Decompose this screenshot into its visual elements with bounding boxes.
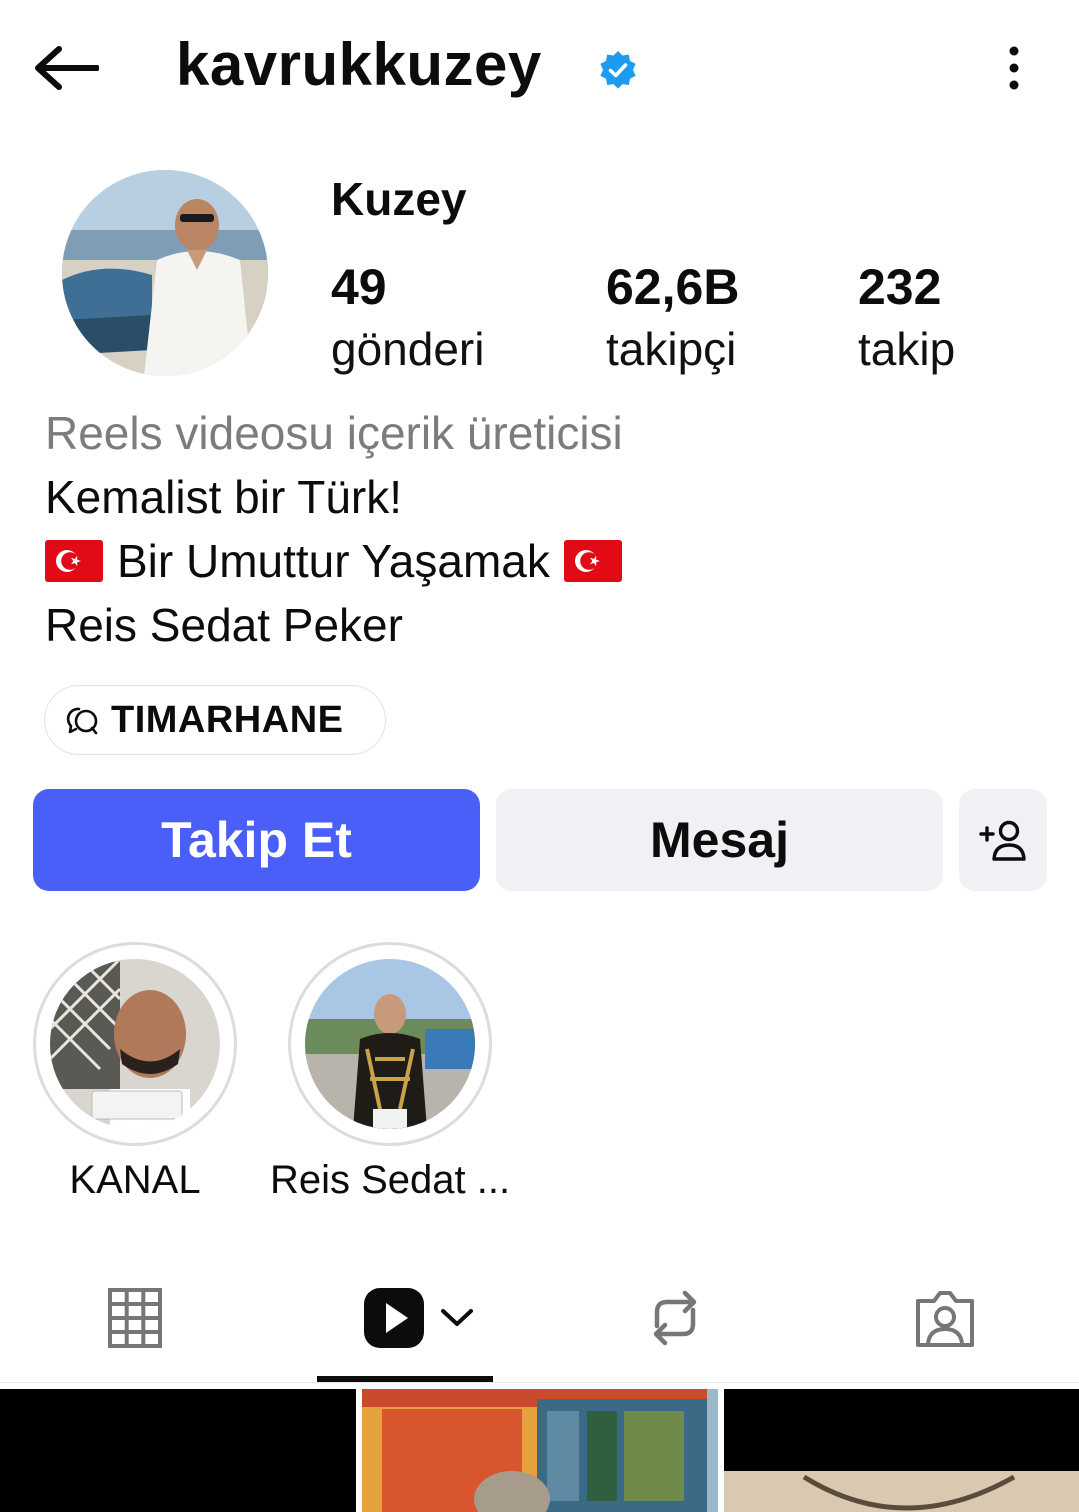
follow-button[interactable]: Takip Et: [33, 789, 480, 891]
tab-reposts[interactable]: [615, 1280, 735, 1356]
highlight-kanal[interactable]: [33, 942, 237, 1146]
post-thumbnail-image: [362, 1389, 718, 1512]
bio-line: Bir Umuttur Yaşamak: [117, 535, 550, 587]
highlight-cover: [305, 959, 475, 1129]
display-name: Kuzey: [331, 173, 467, 225]
post-thumbnail[interactable]: [362, 1389, 718, 1512]
bio-line-with-flags: Bir Umuttur Yaşamak: [45, 534, 622, 588]
tab-tagged[interactable]: [885, 1280, 1005, 1356]
verified-badge-icon: [600, 51, 636, 89]
arrow-left-icon: [35, 46, 99, 90]
post-thumbnail[interactable]: [724, 1389, 1079, 1512]
broadcast-chat-icon: [66, 707, 98, 735]
more-options-button[interactable]: [992, 36, 1036, 100]
channel-label: TIMARHANE: [111, 698, 344, 741]
back-button[interactable]: [28, 36, 104, 100]
followers-count[interactable]: 62,6B: [606, 258, 739, 316]
post-thumbnail[interactable]: [0, 1389, 356, 1512]
posts-label[interactable]: gönderi: [331, 322, 484, 376]
reposts-icon: [653, 1290, 697, 1346]
followers-label[interactable]: takipçi: [606, 322, 736, 376]
tab-reels[interactable]: [344, 1280, 494, 1356]
add-person-icon: [979, 820, 1026, 861]
following-count[interactable]: 232: [858, 258, 941, 316]
following-label[interactable]: takip: [858, 322, 955, 376]
post-thumbnail-image: [724, 1389, 1079, 1512]
grid-icon: [108, 1288, 162, 1348]
chevron-down-icon: [441, 1309, 473, 1326]
more-vertical-icon: [1009, 46, 1019, 90]
avatar-photo: [62, 170, 268, 376]
broadcast-channel-chip[interactable]: TIMARHANE: [44, 685, 386, 755]
bio-line: Reis Sedat Peker: [45, 599, 403, 651]
highlight-cover: [50, 959, 220, 1129]
profile-username: kavrukkuzey: [176, 31, 542, 98]
highlight-label: Reis Sedat ...: [269, 1158, 511, 1202]
profile-avatar[interactable]: [62, 170, 268, 376]
tab-divider: [0, 1382, 1079, 1383]
posts-count[interactable]: 49: [331, 258, 387, 316]
tagged-icon: [916, 1291, 974, 1347]
highlight-label: KANAL: [69, 1158, 201, 1202]
reels-icon: [364, 1288, 424, 1348]
tab-posts-grid[interactable]: [75, 1280, 195, 1356]
bio-line: Kemalist bir Türk!: [45, 471, 403, 523]
turkey-flag-icon: [563, 540, 622, 582]
message-button[interactable]: Mesaj: [496, 789, 943, 891]
turkey-flag-icon: [45, 540, 103, 582]
bio-category: Reels videosu içerik üreticisi: [45, 407, 623, 459]
suggest-people-button[interactable]: [959, 789, 1047, 891]
highlight-reis-sedat[interactable]: [288, 942, 492, 1146]
